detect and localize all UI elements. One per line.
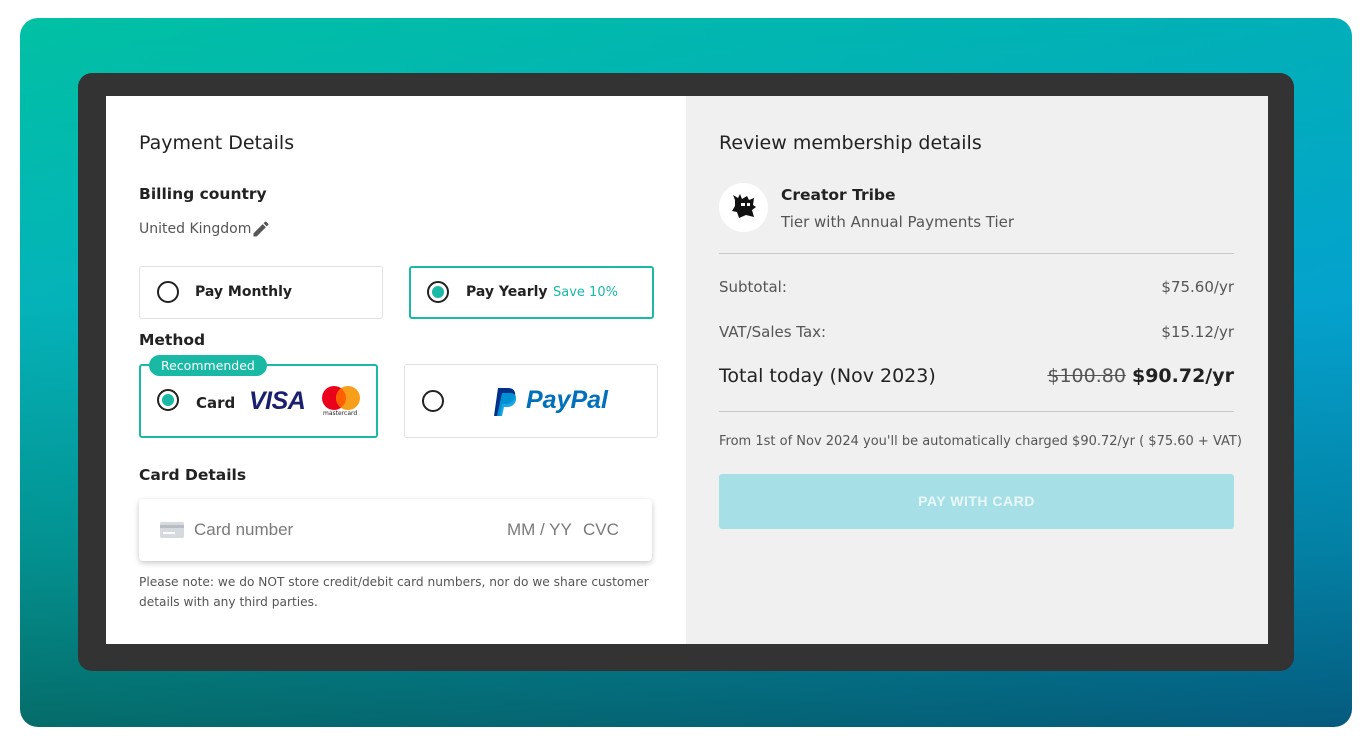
vat-row: VAT/Sales Tax: $15.12/yr [719, 323, 1234, 341]
card-details-label: Card Details [139, 466, 247, 484]
divider-top [719, 253, 1234, 254]
card-number-input[interactable]: Card number [194, 520, 293, 540]
expiry-input[interactable]: MM / YY [507, 520, 572, 540]
divider-bottom [719, 411, 1234, 412]
edit-pencil-icon[interactable] [251, 219, 271, 239]
paypal-method-option[interactable]: PayPal [404, 364, 658, 438]
total-value: $90.72/yr [1131, 365, 1234, 387]
total-label: Total today (Nov 2023) [719, 365, 936, 387]
pay-yearly-option[interactable]: Pay Yearly Save 10% [409, 266, 654, 319]
visa-logo: VISA [249, 387, 306, 415]
review-title: Review membership details [719, 132, 982, 154]
mastercard-circles-icon [322, 386, 360, 410]
credit-card-icon [160, 522, 184, 538]
recommended-badge: Recommended [149, 355, 267, 376]
payment-title: Payment Details [139, 132, 295, 154]
creator-logo-icon [732, 194, 756, 218]
pay-monthly-radio[interactable] [157, 281, 179, 303]
billing-country-label: Billing country [139, 185, 267, 203]
card-method-radio[interactable] [157, 389, 179, 411]
creator-name: Creator Tribe [781, 186, 896, 204]
paypal-p-icon [494, 388, 517, 416]
vat-label: VAT/Sales Tax: [719, 323, 827, 341]
total-prices: $100.80 $90.72/yr [1047, 365, 1234, 387]
subtotal-value: $75.60/yr [1161, 278, 1234, 296]
pay-monthly-option[interactable]: Pay Monthly [139, 266, 383, 319]
pay-yearly-label: Pay Yearly [466, 284, 548, 300]
subtotal-label: Subtotal: [719, 278, 787, 296]
method-label: Method [139, 331, 206, 349]
paypal-wordmark: PayPal [526, 386, 609, 414]
privacy-note: Please note: we do NOT store credit/debi… [139, 575, 649, 609]
renewal-note: From 1st of Nov 2024 you'll be automatic… [719, 434, 1242, 449]
card-method-label: Card [196, 394, 236, 412]
subtotal-row: Subtotal: $75.60/yr [719, 278, 1234, 296]
mastercard-wordmark: mastercard [323, 410, 358, 417]
card-input-box[interactable]: Card number MM / YY CVC [139, 499, 652, 561]
paypal-method-radio[interactable] [422, 390, 444, 412]
vat-value: $15.12/yr [1161, 323, 1234, 341]
pay-yearly-radio[interactable] [427, 281, 449, 303]
total-row: Total today (Nov 2023) $100.80 $90.72/yr [719, 365, 1234, 387]
pay-monthly-label: Pay Monthly [195, 284, 293, 300]
mastercard-logo: mastercard [319, 385, 363, 419]
cvc-input[interactable]: CVC [583, 520, 619, 540]
save-badge: Save 10% [553, 285, 618, 300]
billing-country-value: United Kingdom [139, 221, 252, 237]
creator-avatar [719, 183, 768, 232]
pay-with-card-button[interactable]: PAY WITH CARD [719, 474, 1234, 529]
old-price: $100.80 [1047, 365, 1126, 387]
tier-name: Tier with Annual Payments Tier [781, 213, 1015, 231]
